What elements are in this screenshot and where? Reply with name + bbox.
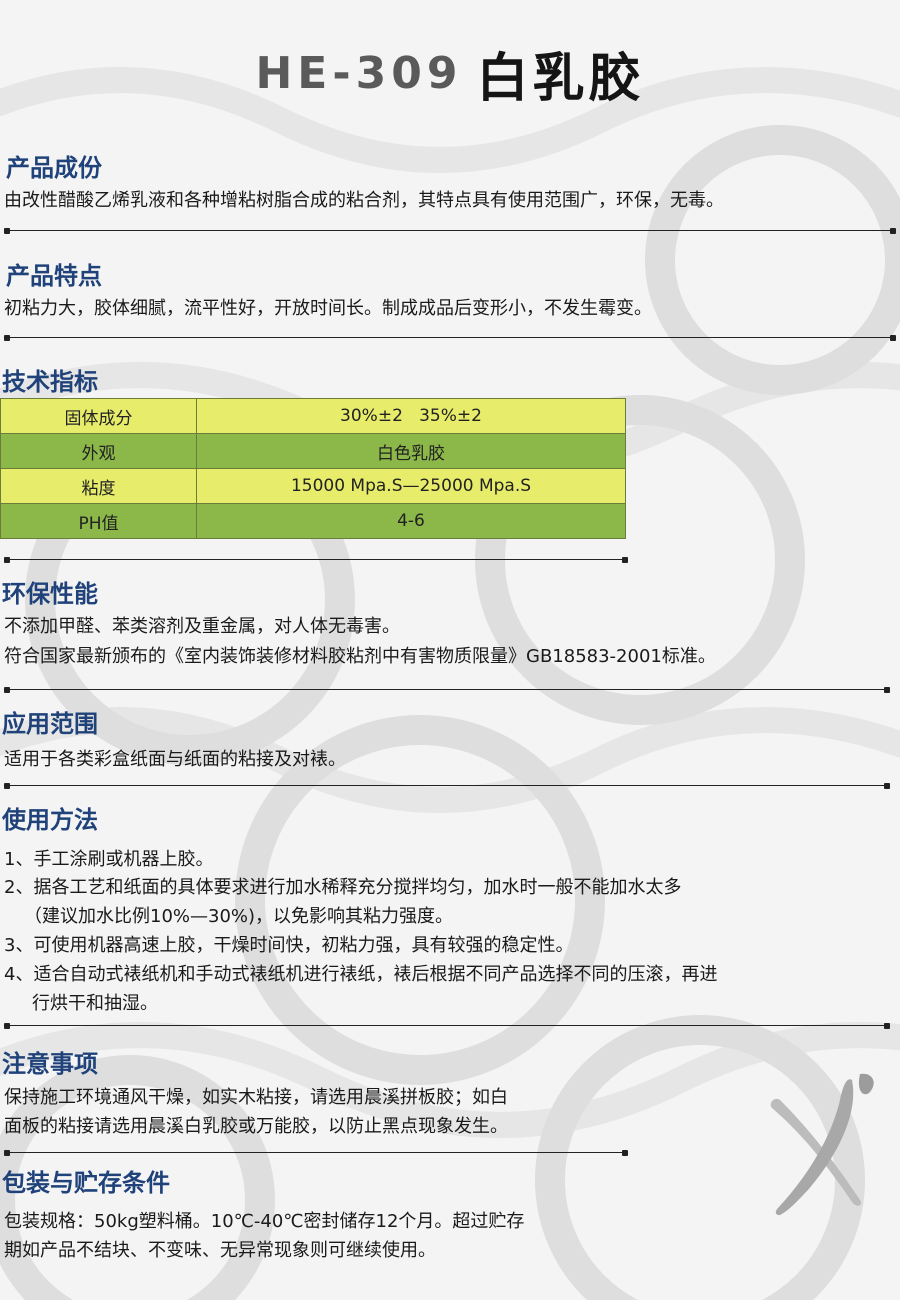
features-text: 初粘力大，胶体细腻，流平性好，开放时间长。制成成品后变形小，不发生霉变。: [4, 298, 652, 319]
divider: [4, 334, 896, 341]
divider: [4, 782, 890, 789]
specs-heading: 技术指标: [2, 368, 98, 396]
table-row: 粘度 15000 Mpa.S—25000 Mpa.S: [0, 468, 626, 504]
eco-line: 不添加甲醛、苯类溶剂及重金属，对人体无毒害。: [4, 616, 400, 637]
application-heading: 应用范围: [2, 710, 98, 738]
features-heading: 产品特点: [6, 262, 102, 290]
divider: [4, 556, 628, 563]
storage-heading: 包装与贮存条件: [2, 1169, 170, 1197]
eco-line: 符合国家最新颁布的《室内装饰装修材料胶粘剂中有害物质限量》GB18583-200…: [4, 646, 716, 667]
spec-label: 固体成分: [0, 398, 197, 434]
table-row: PH值 4-6: [0, 503, 626, 539]
usage-heading: 使用方法: [2, 806, 98, 834]
divider: [4, 1149, 628, 1156]
page-title: HE-309 白乳胶: [0, 36, 900, 111]
application-text: 适用于各类彩盒纸面与纸面的粘接及对裱。: [4, 749, 346, 770]
divider: [4, 1022, 890, 1029]
usage-step-continued: 行烘干和抽湿。: [32, 993, 158, 1014]
spec-value: 白色乳胶: [196, 433, 626, 469]
notes-line: 面板的粘接请选用晨溪白乳胶或万能胶，以防止黑点现象发生。: [4, 1116, 508, 1137]
composition-heading: 产品成份: [6, 154, 102, 182]
eco-heading: 环保性能: [2, 580, 98, 608]
title-product-name: 白乳胶: [476, 48, 645, 109]
title-product-code: HE-309: [255, 48, 463, 99]
spec-label: PH值: [0, 503, 197, 539]
composition-text: 由改性醋酸乙烯乳液和各种增粘树脂合成的粘合剂，其特点具有使用范围广，环保，无毒。: [4, 190, 724, 211]
spec-value: 4-6: [196, 503, 626, 539]
usage-step: 3、可使用机器高速上胶，干燥时间快，初粘力强，具有较强的稳定性。: [4, 935, 574, 956]
ink-brush-decoration: [770, 1073, 874, 1216]
notes-heading: 注意事项: [2, 1050, 98, 1078]
table-row: 固体成分 30%±2 35%±2: [0, 398, 626, 434]
spec-label: 外观: [0, 433, 197, 469]
notes-line: 保持施工环境通风干燥，如实木粘接，请选用晨溪拼板胶；如白: [4, 1087, 508, 1108]
storage-line: 包装规格：50kg塑料桶。10℃-40℃密封储存12个月。超过贮存: [4, 1211, 525, 1232]
usage-step-continued: （建议加水比例10%—30%)，以免影响其粘力强度。: [24, 906, 454, 927]
usage-step: 2、据各工艺和纸面的具体要求进行加水稀释充分搅拌均匀，加水时一般不能加水太多: [4, 877, 682, 898]
usage-step: 4、适合自动式裱纸机和手动式裱纸机进行裱纸，裱后根据不同产品选择不同的压滚，再进: [4, 964, 718, 985]
storage-line: 期如产品不结块、不变味、无异常现象则可继续使用。: [4, 1240, 436, 1261]
usage-step: 1、手工涂刷或机器上胶。: [4, 849, 214, 870]
table-row: 外观 白色乳胶: [0, 433, 626, 469]
spec-value: 30%±2 35%±2: [196, 398, 626, 434]
divider: [4, 227, 896, 234]
spec-label: 粘度: [0, 468, 197, 504]
spec-value: 15000 Mpa.S—25000 Mpa.S: [196, 468, 626, 504]
divider: [4, 686, 890, 693]
spec-table: 固体成分 30%±2 35%±2 外观 白色乳胶 粘度 15000 Mpa.S—…: [0, 398, 626, 539]
